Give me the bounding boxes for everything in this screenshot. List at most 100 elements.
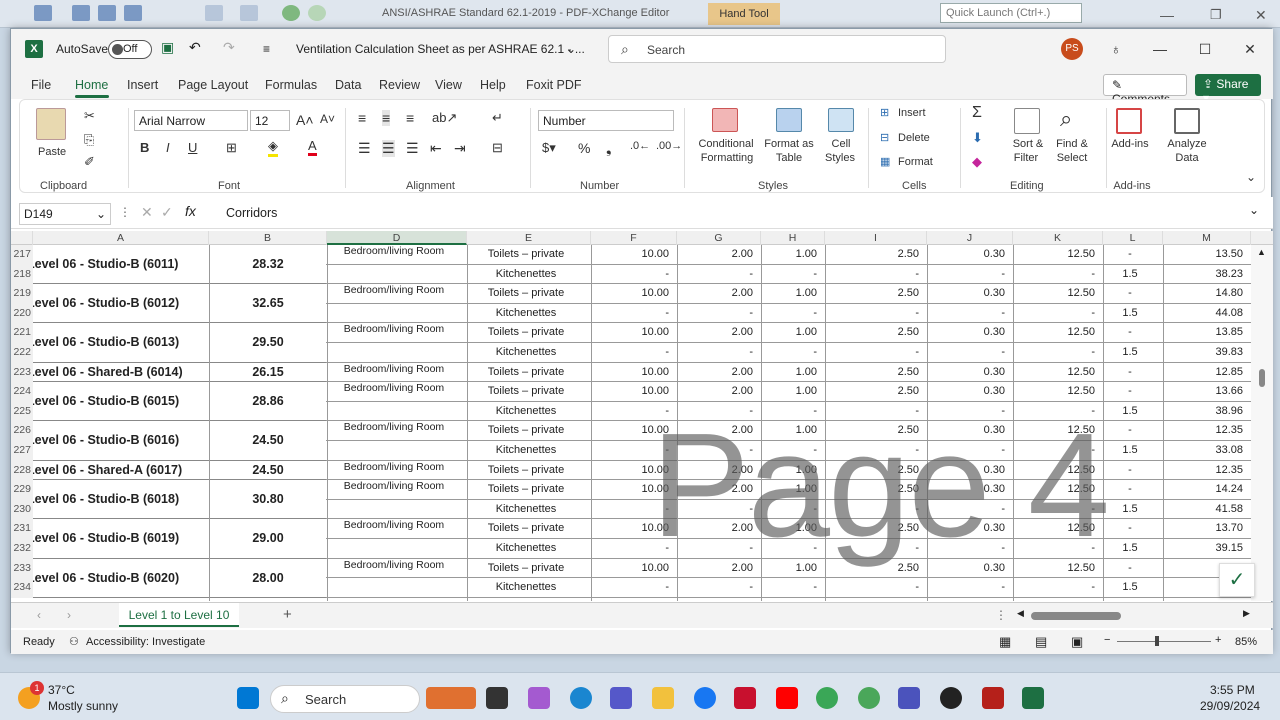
cell-l[interactable]: - [1103,559,1157,579]
cell-k[interactable]: 12.50 [1013,245,1097,265]
italic-icon[interactable]: I [166,140,170,155]
cell-j[interactable]: 0.30 [927,323,1007,343]
quick-launch-input[interactable]: Quick Launch (Ctrl+.) [940,3,1082,23]
back-icon[interactable] [282,5,300,21]
unit-name-cell[interactable]: Level 06 - Studio-B (6018) [33,480,209,520]
facebook-icon[interactable] [694,687,716,709]
row-header[interactable]: 226 [11,421,33,441]
bold-icon[interactable]: B [140,140,149,155]
cell-l[interactable]: - [1103,382,1157,402]
excel-taskbar-icon[interactable] [1022,687,1044,709]
analyze-label[interactable]: Analyze [1164,138,1210,150]
cell-i[interactable]: 2.50 [825,284,921,304]
cell-e[interactable]: Kitchenettes [467,343,585,363]
cell-d[interactable] [327,539,461,559]
tab-review[interactable]: Review [379,78,420,92]
cell-e[interactable]: Kitchenettes [467,402,585,422]
file-explorer-icon[interactable] [652,687,674,709]
cell-e[interactable]: Toilets – private [467,382,585,402]
column-header-d[interactable]: D [327,231,467,245]
cell-k[interactable]: - [1013,578,1097,598]
decrease-decimal-icon[interactable]: .00→ [656,140,682,152]
cell-g[interactable]: - [677,343,755,363]
cell-i[interactable]: 2.50 [825,382,921,402]
maximize-icon[interactable]: ☐ [1190,37,1220,61]
select-all[interactable] [11,231,33,245]
tab-insert[interactable]: Insert [127,78,158,92]
comments-button[interactable]: ✎ Comments [1103,74,1187,106]
row-header[interactable]: 223 [11,362,33,383]
teams-work-icon[interactable] [898,687,920,709]
delete-cells-icon[interactable]: ⊟ [880,131,889,144]
autosave-toggle[interactable]: Off [108,40,152,59]
find-select-icon[interactable]: ⌕ [1060,106,1072,132]
cell-l[interactable]: - [1103,363,1157,383]
cell-f[interactable]: - [591,265,671,285]
cell-d[interactable] [327,265,461,285]
row-header[interactable]: 230 [11,499,33,520]
name-box[interactable]: D149 ⌄ [19,203,111,225]
scroll-left-icon[interactable]: ◀ [1017,608,1024,619]
print-icon[interactable] [98,5,116,21]
edge-icon[interactable] [570,687,592,709]
orientation-icon[interactable]: ab↗ [432,110,457,126]
row-header[interactable]: 228 [11,460,33,481]
avatar[interactable]: PS [1061,38,1083,60]
cell-e[interactable]: Kitchenettes [467,578,585,598]
unit-area-cell[interactable]: 24.50 [210,421,326,461]
cell-g[interactable]: - [677,304,755,324]
document-title[interactable]: Ventilation Calculation Sheet as per ASH… [296,42,585,56]
cell-h[interactable]: - [761,304,819,324]
font-name-select[interactable]: Arial Narrow [134,110,248,131]
tab-foxit-pdf[interactable]: Foxit PDF [526,78,582,92]
cell-l[interactable]: - [1103,461,1157,481]
undo-icon[interactable] [205,5,223,21]
function-icon[interactable]: fx [185,203,196,219]
align-top-icon[interactable]: ≡ [358,110,366,126]
unit-name-cell[interactable]: Level 06 - Shared-A (6017) [33,460,209,481]
row-header[interactable]: 227 [11,441,33,461]
folder-icon[interactable] [34,5,52,21]
cell-g[interactable]: 2.00 [677,245,755,265]
addins-label[interactable]: Add-ins [1108,138,1152,150]
align-middle-icon[interactable]: ≡ [382,110,391,126]
cell-g[interactable]: 2.00 [677,363,755,383]
unit-area-cell[interactable]: 30.80 [210,480,326,520]
tab-view[interactable]: View [435,78,462,92]
cell-m[interactable]: 14.80 [1163,284,1245,304]
customize-qat-icon[interactable]: ≡ [263,42,270,56]
cell-k[interactable]: 12.50 [1013,382,1097,402]
format-cells-icon[interactable]: ▦ [880,155,890,168]
cell-d[interactable]: Bedroom/living Room [327,559,461,579]
cell-m[interactable]: 44.08 [1163,304,1245,324]
format-as-table-icon[interactable] [776,108,802,132]
cell-j[interactable]: - [927,265,1007,285]
cell-l[interactable]: - [1103,421,1157,441]
save-icon[interactable]: ▣ [161,39,174,56]
redo-icon[interactable]: ↷ [223,39,235,56]
cell-f[interactable]: - [591,578,671,598]
cell-e[interactable]: Kitchenettes [467,441,585,461]
collapse-ribbon-icon[interactable]: ⌄ [1246,170,1256,184]
align-right-icon[interactable]: ☰ [406,140,419,157]
column-header-l[interactable]: L [1103,231,1163,245]
cell-m[interactable]: 13.66 [1163,382,1245,402]
next-sheet-icon[interactable]: › [67,608,71,622]
cell-k[interactable]: - [1013,343,1097,363]
unit-area-cell[interactable]: 28.00 [210,558,326,598]
select-label[interactable]: Select [1050,152,1094,164]
row-header[interactable]: 218 [11,264,33,285]
add-sheet-icon[interactable]: + [283,606,292,623]
delete-cells-label[interactable]: Delete [898,132,930,144]
tab-help[interactable]: Help [480,78,506,92]
add-ins-icon[interactable] [1116,108,1142,134]
cell-g[interactable]: 2.00 [677,323,755,343]
scroll-right-icon[interactable]: ▶ [1243,608,1250,619]
unit-name-cell[interactable]: Level 06 - Shared-B (6014) [33,362,209,383]
share-button[interactable]: ⇪ Share ▾ [1195,74,1261,105]
cell-l[interactable]: - [1103,480,1157,500]
row-header[interactable]: 233 [11,558,33,579]
cell-m[interactable]: 13.85 [1163,323,1245,343]
unit-name-cell[interactable]: Level 06 - Studio-B (6011) [33,245,209,285]
zoom-out-icon[interactable]: − [1104,634,1110,646]
